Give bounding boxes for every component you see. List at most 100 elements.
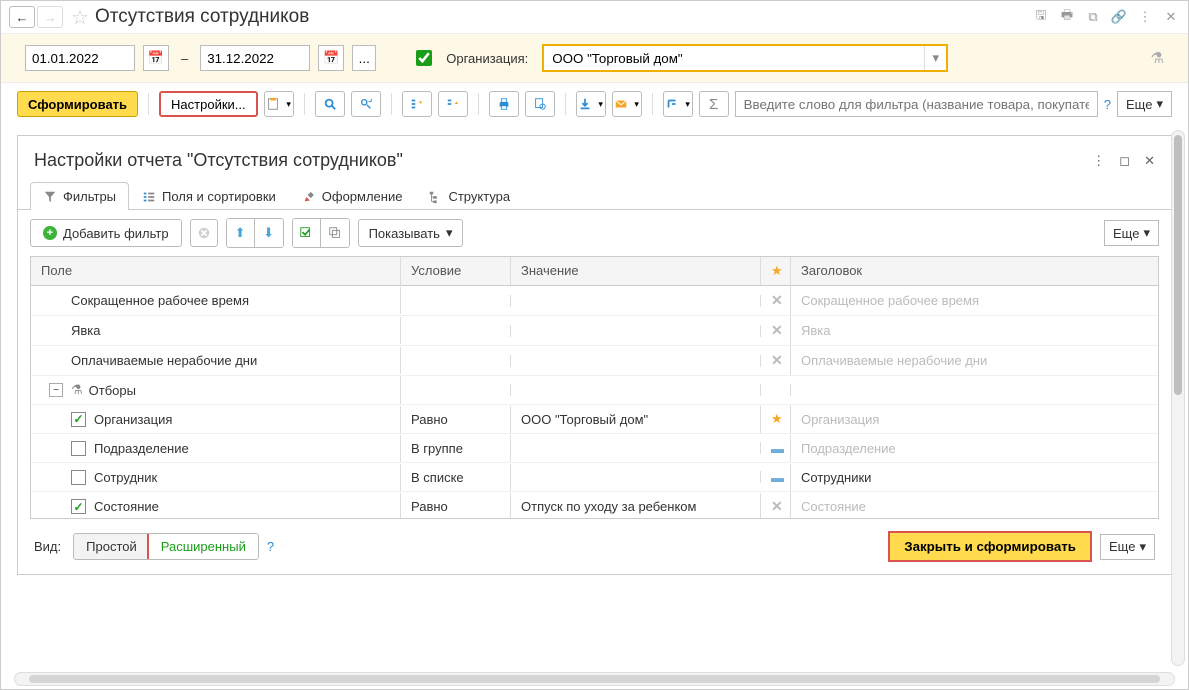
group-row[interactable]: − ⚗ Отборы bbox=[31, 376, 1158, 405]
table-row[interactable]: Подразделение В группе ▬ Подразделение bbox=[31, 434, 1158, 463]
funnel-small-icon: ⚗ bbox=[71, 382, 83, 398]
table-row[interactable]: Оплачиваемые нерабочие дни ✕ Оплачиваемы… bbox=[31, 346, 1158, 376]
collapse-toggle[interactable]: − bbox=[49, 383, 63, 397]
view-mode-segment: Простой Расширенный bbox=[73, 533, 259, 560]
filter-checkbox[interactable] bbox=[71, 441, 86, 456]
date-range-more-button[interactable]: ... bbox=[352, 45, 376, 71]
org-label: Организация: bbox=[446, 51, 528, 66]
panel-title: Настройки отчета "Отсутствия сотрудников… bbox=[34, 150, 403, 171]
nav-back-button[interactable]: ← bbox=[9, 6, 35, 28]
org-checkbox[interactable] bbox=[416, 50, 432, 66]
expand-all-button[interactable] bbox=[402, 91, 432, 117]
table-row[interactable]: Состояние Равно Отпуск по уходу за ребен… bbox=[31, 492, 1158, 518]
tab-fields[interactable]: Поля и сортировки bbox=[129, 182, 289, 210]
table-row[interactable]: Организация Равно ООО "Торговый дом" ★ О… bbox=[31, 405, 1158, 434]
col-condition[interactable]: Условие bbox=[401, 257, 511, 285]
close-icon[interactable]: ✕ bbox=[1162, 8, 1180, 26]
send-email-button[interactable]: ▾ bbox=[612, 91, 642, 117]
panel-footer: Вид: Простой Расширенный ? Закрыть и сфо… bbox=[18, 519, 1171, 574]
filter-checkbox[interactable] bbox=[71, 499, 86, 514]
collapse-all-button[interactable] bbox=[438, 91, 468, 117]
find-next-button[interactable] bbox=[351, 91, 381, 117]
brush-icon bbox=[302, 190, 316, 204]
tab-filters[interactable]: Фильтры bbox=[30, 182, 129, 210]
page-title: Отсутствия сотрудников bbox=[95, 6, 309, 28]
main-toolbar: Сформировать Настройки... ▾ ▾ ▾ ▾ Σ ? Ещ… bbox=[1, 83, 1188, 125]
view-help-icon[interactable]: ? bbox=[267, 539, 274, 554]
filter-checkbox[interactable] bbox=[71, 470, 86, 485]
filter-table-header: Поле Условие Значение ★ Заголовок bbox=[31, 257, 1158, 286]
filter-more-button[interactable]: Еще▾ bbox=[1104, 220, 1159, 246]
save-icon[interactable]: 🖫 bbox=[1032, 8, 1050, 26]
help-icon[interactable]: ? bbox=[1104, 97, 1111, 112]
move-up-button[interactable]: ⬆ bbox=[227, 219, 255, 247]
add-filter-button[interactable]: + Добавить фильтр bbox=[30, 219, 182, 247]
dash-icon[interactable]: ▬ bbox=[771, 441, 784, 456]
date-to-input[interactable] bbox=[200, 45, 310, 71]
paste-settings-button[interactable]: ▾ bbox=[264, 91, 294, 117]
vertical-scrollbar[interactable] bbox=[1171, 130, 1185, 666]
funnel-icon bbox=[43, 190, 57, 204]
find-button[interactable] bbox=[315, 91, 345, 117]
move-down-button[interactable]: ⬇ bbox=[255, 219, 283, 247]
tab-format[interactable]: Оформление bbox=[289, 182, 416, 210]
settings-panel: Настройки отчета "Отсутствия сотрудников… bbox=[17, 135, 1172, 575]
view-extended-button[interactable]: Расширенный bbox=[147, 533, 259, 560]
preview-icon[interactable]: ⧉ bbox=[1084, 8, 1102, 26]
dash-icon[interactable]: ▬ bbox=[771, 470, 784, 485]
favorite-star-icon[interactable]: ☆ bbox=[71, 5, 89, 30]
panel-kebab-icon[interactable]: ⋮ bbox=[1092, 153, 1105, 169]
view-simple-button[interactable]: Простой bbox=[74, 534, 149, 559]
view-label: Вид: bbox=[34, 539, 61, 554]
check-all-button[interactable] bbox=[293, 219, 321, 247]
list-icon bbox=[142, 190, 156, 204]
filter-table: Поле Условие Значение ★ Заголовок Сокращ… bbox=[30, 256, 1159, 519]
tab-structure[interactable]: Структура bbox=[415, 182, 523, 210]
col-title[interactable]: Заголовок bbox=[791, 257, 1158, 285]
print-icon[interactable]: 🖶 bbox=[1058, 8, 1076, 26]
filter-search-input[interactable] bbox=[735, 91, 1098, 117]
star-icon[interactable]: ★ bbox=[771, 411, 783, 426]
panel-close-icon[interactable]: ✕ bbox=[1144, 153, 1155, 169]
generate-button[interactable]: Сформировать bbox=[17, 91, 138, 117]
delete-filter-button[interactable] bbox=[190, 219, 218, 247]
plus-icon: + bbox=[43, 226, 57, 240]
variant-button[interactable]: ▾ bbox=[663, 91, 693, 117]
col-value[interactable]: Значение bbox=[511, 257, 761, 285]
sigma-button[interactable]: Σ bbox=[699, 91, 729, 117]
save-file-button[interactable]: ▾ bbox=[576, 91, 606, 117]
footer-more-button[interactable]: Еще▾ bbox=[1100, 534, 1155, 560]
col-star[interactable]: ★ bbox=[761, 257, 791, 285]
org-field: ▾ bbox=[542, 44, 948, 72]
date-dash: – bbox=[181, 51, 188, 66]
settings-button[interactable]: Настройки... bbox=[159, 91, 258, 117]
uncheck-all-button[interactable] bbox=[321, 219, 349, 247]
x-icon[interactable]: ✕ bbox=[771, 352, 783, 368]
kebab-icon[interactable]: ⋮ bbox=[1136, 8, 1154, 26]
table-row[interactable]: Сотрудник В списке ▬ Сотрудники bbox=[31, 463, 1158, 492]
horizontal-scrollbar[interactable] bbox=[14, 672, 1175, 686]
org-input[interactable] bbox=[544, 46, 924, 70]
print-button[interactable] bbox=[489, 91, 519, 117]
col-field[interactable]: Поле bbox=[31, 257, 401, 285]
settings-tabs: Фильтры Поля и сортировки Оформление Стр… bbox=[18, 181, 1171, 210]
toolbar-more-button[interactable]: Еще▾ bbox=[1117, 91, 1172, 117]
tree-icon bbox=[428, 190, 442, 204]
date-from-input[interactable] bbox=[25, 45, 135, 71]
show-mode-button[interactable]: Показывать▾ bbox=[358, 219, 464, 247]
filter-funnel-icon[interactable]: ⚗ bbox=[1151, 49, 1164, 67]
link-icon[interactable]: 🔗 bbox=[1110, 8, 1128, 26]
nav-forward-button[interactable]: → bbox=[37, 6, 63, 28]
org-dropdown-button[interactable]: ▾ bbox=[924, 46, 946, 70]
panel-maximize-icon[interactable]: ◻ bbox=[1119, 153, 1130, 169]
print-preview-button[interactable] bbox=[525, 91, 555, 117]
close-and-generate-button[interactable]: Закрыть и сформировать bbox=[888, 531, 1092, 562]
x-icon[interactable]: ✕ bbox=[771, 498, 783, 514]
table-row[interactable]: Сокращенное рабочее время ✕ Сокращенное … bbox=[31, 286, 1158, 316]
x-icon[interactable]: ✕ bbox=[771, 292, 783, 308]
date-to-calendar-button[interactable]: 📅 bbox=[318, 45, 344, 71]
table-row[interactable]: Явка ✕ Явка bbox=[31, 316, 1158, 346]
x-icon[interactable]: ✕ bbox=[771, 322, 783, 338]
filter-checkbox[interactable] bbox=[71, 412, 86, 427]
date-from-calendar-button[interactable]: 📅 bbox=[143, 45, 169, 71]
